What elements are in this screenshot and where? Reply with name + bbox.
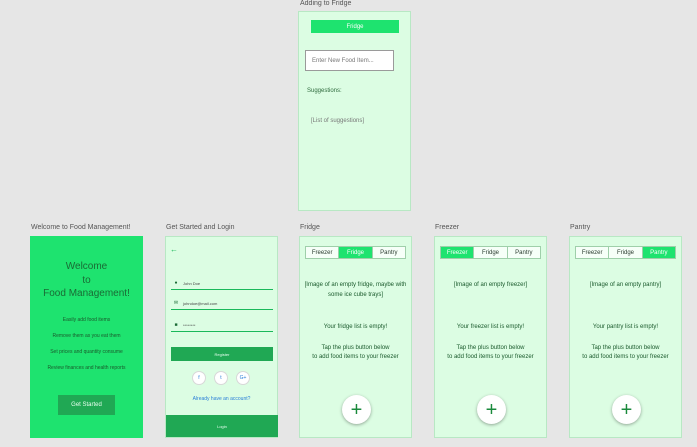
feature-line: Set prices and quantity consume [50,349,123,355]
freezer-screen: Freezer Fridge Pantry [Image of an empty… [434,236,547,438]
caption-freezer: Freezer [435,224,460,231]
suggestions-list: [List of suggestions] [311,118,365,124]
user-icon: ● [174,280,178,286]
email-field[interactable]: ✉ johndoe@mail.com [171,297,273,310]
twitter-icon[interactable]: t [214,371,228,385]
welcome-title-line: to [82,274,91,286]
welcome-screen: Welcome to Food Management! Easily add f… [30,236,143,438]
tab-fridge[interactable]: Fridge [339,247,373,258]
hint-line: to add food items to your freezer [447,354,534,360]
welcome-title-line: Food Management! [43,288,130,299]
fridge-screen: Freezer Fridge Pantry [Image of an empty… [299,236,412,438]
welcome-title-line: Welcome [65,261,108,272]
adding-title: Fridge [311,20,399,33]
password-field[interactable]: ■ ******** [171,319,273,332]
add-item-button[interactable]: + [477,395,506,424]
tab-pantry[interactable]: Pantry [372,247,405,258]
caption-login: Get Started and Login [166,224,235,231]
hint-line: to add food items to your freezer [582,354,669,360]
welcome-title: Welcome to Food Management! [30,260,143,301]
feature-line: Easily add food items [62,317,111,323]
tab-fridge[interactable]: Fridge [609,247,643,258]
email-value: johndoe@mail.com [183,300,218,306]
feature-line: Review finances and health reports [47,365,126,371]
password-value: ******** [183,322,196,328]
name-field[interactable]: ● John Doe [171,277,273,290]
tab-freezer[interactable]: Freezer [306,247,340,258]
hint-line: Tap the plus button below [321,345,390,351]
hint-line: Tap the plus button below [591,345,660,351]
caption-adding: Adding to Fridge [300,0,352,7]
freezer-hint: Tap the plus button below to add food it… [435,344,546,362]
freezer-empty-message: Your freezer list is empty! [456,324,525,330]
storage-tabs: Freezer Fridge Pantry [575,246,676,259]
tab-freezer[interactable]: Freezer [441,247,475,258]
login-button[interactable]: Login [166,415,278,437]
hint-line: to add food items to your freezer [312,354,399,360]
add-item-button[interactable]: + [612,395,641,424]
fridge-empty-message: Your fridge list is empty! [323,324,388,330]
already-have-account-link[interactable]: Already have an account? [166,396,277,402]
feature-list: Easily add food items Remove them as you… [30,312,143,376]
tab-freezer[interactable]: Freezer [576,247,610,258]
lock-icon: ■ [174,322,178,328]
caption-fridge: Fridge [300,224,320,231]
tab-fridge[interactable]: Fridge [474,247,508,258]
adding-screen: Fridge Enter New Food Item... Suggestion… [298,11,411,211]
hint-line: Tap the plus button below [456,345,525,351]
caption-pantry: Pantry [570,224,591,231]
feature-line: Remove them as you eat them [52,333,121,339]
tab-pantry[interactable]: Pantry [507,247,540,258]
storage-tabs: Freezer Fridge Pantry [440,246,541,259]
register-button[interactable]: Register [171,347,273,361]
storage-tabs: Freezer Fridge Pantry [305,246,406,259]
mail-icon: ✉ [173,300,179,306]
freezer-image-placeholder: [Image of an empty freezer] [453,282,528,288]
food-item-input[interactable]: Enter New Food Item... [305,50,394,71]
pantry-screen: Freezer Fridge Pantry [Image of an empty… [569,236,682,438]
get-started-button[interactable]: Get Started [58,395,115,415]
name-value: John Doe [183,280,201,286]
suggestions-label: Suggestions: [307,88,342,94]
pantry-hint: Tap the plus button below to add food it… [570,344,681,362]
pantry-empty-message: Your pantry list is empty! [592,324,659,330]
add-item-button[interactable]: + [342,395,371,424]
arrow-left-icon[interactable]: ← [170,245,178,254]
caption-welcome: Welcome to Food Management! [31,224,131,231]
login-screen: ← ● John Doe ✉ johndoe@mail.com ■ ******… [165,236,278,438]
pantry-image-placeholder: [Image of an empty pantry] [589,282,662,288]
fridge-image-placeholder: [Image of an empty fridge, maybe with so… [304,282,407,298]
tab-pantry[interactable]: Pantry [642,247,675,258]
fridge-hint: Tap the plus button below to add food it… [300,344,411,362]
facebook-icon[interactable]: f [192,371,206,385]
google-plus-icon[interactable]: G+ [236,371,250,385]
